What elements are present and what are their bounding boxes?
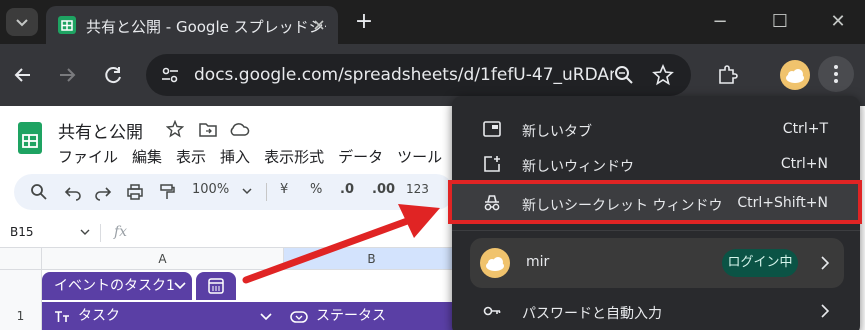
cloud-avatar-icon	[486, 257, 504, 271]
menu-item-shortcut: Ctrl+T	[782, 121, 828, 137]
menu-file[interactable]: ファイル	[58, 148, 118, 166]
sheets-menu-bar: ファイル 編集 表示 挿入 表示形式 データ ツール	[58, 146, 456, 167]
menu-item-new-tab[interactable]: 新しいタブ Ctrl+T	[452, 112, 860, 146]
profile-row[interactable]: mir ログイン中	[470, 238, 844, 288]
table-name: イベントのタスク1	[54, 278, 175, 294]
chevron-right-icon	[821, 304, 830, 318]
menu-edit[interactable]: 編集	[132, 148, 162, 166]
profile-avatar-small	[480, 248, 510, 278]
tab-strip: 共有と公開 - Google スプレッドシー + − ☐ ✕	[0, 0, 865, 44]
minimize-button[interactable]: −	[706, 8, 734, 36]
undo-icon[interactable]	[64, 183, 82, 201]
red-annotation-arrow	[242, 204, 440, 284]
new-window-icon	[484, 156, 500, 172]
table-header-row: タスク ステータス	[42, 302, 462, 330]
paint-format-icon[interactable]	[158, 183, 176, 201]
table-name-chip[interactable]: イベントのタスク1	[42, 272, 192, 300]
document-title[interactable]: 共有と公開	[58, 118, 143, 143]
cloud-saved-icon[interactable]	[228, 120, 250, 138]
namebox-dropdown-icon[interactable]	[80, 229, 90, 237]
address-bar[interactable]: docs.google.com/spreadsheets/d/1fefU-47_…	[146, 54, 691, 96]
tab-title: 共有と公開 - Google スプレッドシー	[86, 18, 326, 36]
name-box[interactable]: B15	[10, 225, 34, 239]
menu-tools[interactable]: ツール	[397, 148, 442, 166]
forward-arrow-icon[interactable]	[56, 64, 78, 86]
chrome-menu-button[interactable]	[818, 56, 854, 92]
menu-item-label: パスワードと自動入力	[522, 306, 662, 322]
calendar-grid-icon	[208, 278, 224, 294]
row-header-1[interactable]: 1	[0, 302, 42, 330]
fx-label: fx	[114, 224, 128, 240]
menu-insert[interactable]: 挿入	[220, 148, 250, 166]
back-arrow-icon[interactable]	[12, 64, 34, 86]
search-menus-icon[interactable]	[30, 183, 48, 201]
sheets-logo[interactable]	[18, 122, 42, 154]
cloud-avatar-icon	[786, 69, 804, 83]
column-status-label[interactable]: ステータス	[316, 302, 386, 330]
google-sheets-favicon-icon	[58, 16, 76, 34]
sheets-logo-icon	[22, 134, 38, 148]
column-task-label[interactable]: タスク	[78, 302, 120, 330]
menu-divider	[452, 230, 860, 231]
print-icon[interactable]	[126, 183, 144, 201]
key-icon	[483, 306, 501, 316]
menu-view[interactable]: 表示	[176, 148, 206, 166]
zoom-search-icon[interactable]	[614, 65, 634, 85]
close-tab-icon[interactable]	[312, 18, 326, 32]
new-tab-button[interactable]: +	[350, 8, 378, 36]
extensions-puzzle-icon[interactable]	[716, 64, 738, 86]
dropdown-chip-icon	[290, 311, 308, 323]
red-highlight-box	[448, 180, 862, 224]
menu-item-label: 新しいウィンドウ	[522, 159, 634, 175]
formula-divider	[100, 224, 101, 242]
new-tab-icon	[483, 121, 501, 137]
menu-item-passwords-autofill[interactable]: パスワードと自動入力	[452, 294, 860, 328]
more-vert-icon	[834, 65, 838, 83]
redo-icon[interactable]	[94, 183, 112, 201]
task-column-chevron-icon[interactable]	[260, 313, 272, 321]
bookmark-star-icon[interactable]	[652, 64, 674, 86]
zoom-select[interactable]: 100%	[192, 182, 229, 197]
chevron-right-icon	[821, 256, 830, 270]
row-header-blank	[0, 270, 42, 302]
close-window-button[interactable]: ✕	[824, 8, 852, 36]
move-folder-icon[interactable]	[198, 120, 218, 138]
menu-format[interactable]: 表示形式	[264, 148, 324, 166]
menu-data[interactable]: データ	[338, 148, 383, 166]
text-type-icon	[55, 311, 69, 322]
login-status-badge: ログイン中	[722, 249, 798, 277]
table-chevron-down-icon[interactable]	[174, 282, 186, 290]
table-view-button[interactable]	[196, 272, 236, 300]
maximize-button[interactable]: ☐	[766, 8, 794, 36]
site-info-icon[interactable]	[160, 65, 180, 85]
star-icon[interactable]	[166, 120, 184, 138]
profile-avatar[interactable]	[780, 60, 810, 90]
tab-search-button[interactable]	[6, 8, 38, 36]
menu-item-new-window[interactable]: 新しいウィンドウ Ctrl+N	[452, 147, 860, 181]
select-all-corner[interactable]	[0, 248, 42, 270]
menu-item-label: 新しいタブ	[522, 124, 592, 140]
browser-tab[interactable]: 共有と公開 - Google スプレッドシー	[46, 6, 338, 44]
menu-item-shortcut: Ctrl+N	[780, 156, 828, 172]
chevron-down-icon	[16, 19, 28, 27]
reload-icon[interactable]	[102, 64, 124, 86]
url-text: docs.google.com/spreadsheets/d/1fefU-47_…	[194, 65, 614, 85]
profile-name: mir	[526, 254, 550, 270]
